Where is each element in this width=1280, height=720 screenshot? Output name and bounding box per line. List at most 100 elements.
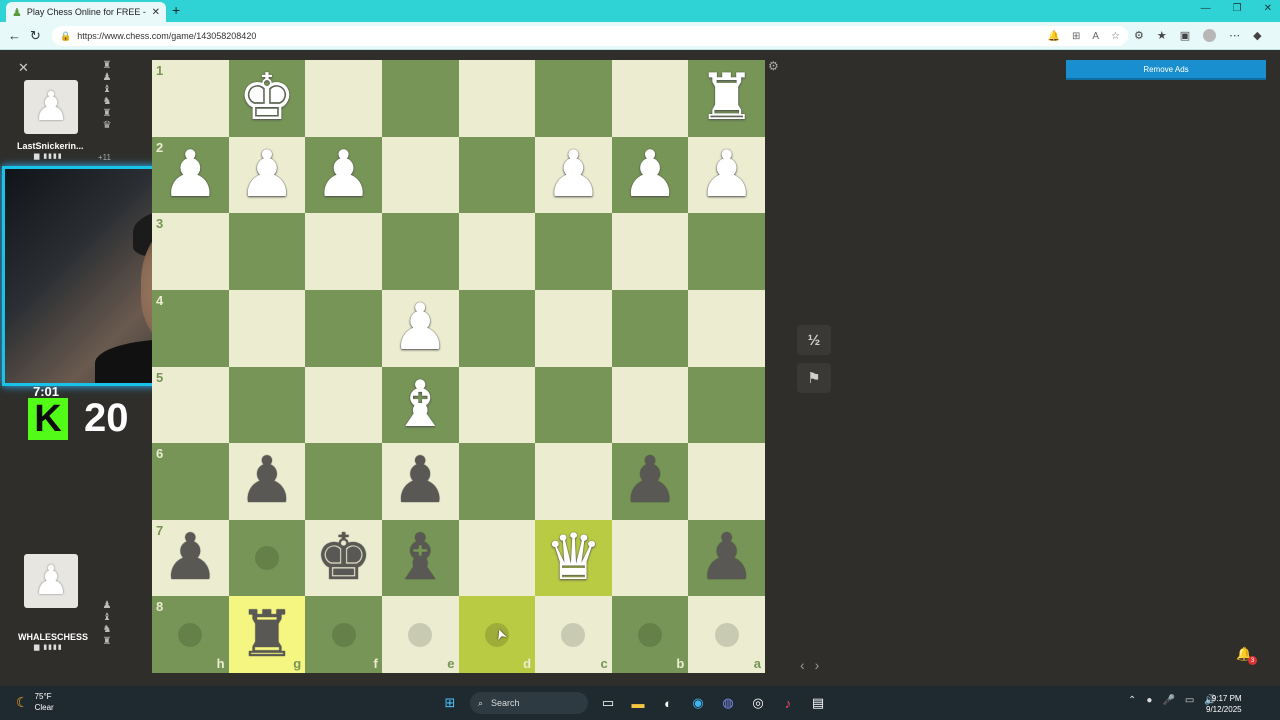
board-square-d5[interactable] (458, 366, 536, 444)
minimize-button[interactable]: — (1201, 3, 1211, 14)
bottom-player-name[interactable]: WHALESCHESS (18, 632, 138, 642)
legal-move-dot[interactable] (638, 622, 663, 647)
board-square-a5[interactable] (688, 366, 765, 444)
offer-draw-button[interactable]: ½ (797, 325, 831, 355)
remove-ads-button[interactable]: Remove Ads (1066, 60, 1266, 80)
white-queen-piece[interactable]: ♛ (545, 526, 602, 590)
taskbar-clock[interactable]: 9:17 PM 9/12/2025 (1206, 693, 1242, 715)
board-square-b4[interactable] (611, 289, 689, 367)
tab-close-icon[interactable]: ✕ (152, 7, 160, 18)
white-pawn-piece[interactable]: ♟ (698, 143, 755, 207)
board-square-a4[interactable] (688, 289, 765, 367)
legal-move-dot[interactable] (331, 622, 356, 647)
board-square-e8[interactable]: e (381, 596, 459, 673)
board-square-e5[interactable]: ♝ (381, 366, 459, 444)
bell-icon[interactable]: 🔔 (1048, 31, 1060, 42)
board-square-c2[interactable]: ♟ (535, 136, 612, 214)
tray-chevron-icon[interactable]: ⌃ (1128, 695, 1136, 706)
board-square-g8[interactable]: g ♜ (228, 596, 306, 673)
weather-widget[interactable]: ☾ 75°F Clear (16, 691, 54, 713)
steam-icon[interactable]: ◐ (658, 693, 678, 713)
legal-move-dot[interactable] (178, 622, 203, 647)
white-rook-piece[interactable]: ♜ (698, 66, 755, 130)
board-square-h5[interactable]: 5 (152, 366, 229, 444)
browser-tab[interactable]: ♟ Play Chess Online for FREE - 2 Pla ✕ (6, 2, 166, 22)
black-pawn-piece[interactable]: ♟ (392, 449, 449, 513)
white-pawn-piece[interactable]: ♟ (545, 143, 602, 207)
legal-move-dot[interactable] (408, 622, 433, 647)
music-icon[interactable]: ♪ (778, 693, 798, 713)
board-square-h7[interactable]: 7 ♟ (152, 519, 229, 597)
legal-move-dot[interactable] (254, 546, 279, 571)
refresh-icon[interactable]: ↻ (30, 28, 41, 44)
next-move-icon[interactable]: › (815, 657, 820, 673)
board-square-h6[interactable]: 6 (152, 443, 229, 520)
board-square-c8[interactable]: c (535, 596, 612, 673)
board-square-e3[interactable] (381, 213, 459, 290)
legal-move-dot[interactable] (561, 622, 586, 647)
board-square-g3[interactable] (228, 213, 306, 290)
board-square-c5[interactable] (535, 366, 612, 444)
favorites-icon[interactable]: ★ (1157, 29, 1167, 42)
discord-icon[interactable]: ◍ (718, 693, 738, 713)
epic-games-icon[interactable]: ▤ (808, 693, 828, 713)
new-tab-button[interactable]: + (172, 2, 180, 18)
white-pawn-piece[interactable]: ♟ (315, 143, 372, 207)
close-window-button[interactable]: ✕ (1264, 3, 1272, 14)
board-square-a8[interactable]: a (688, 596, 765, 673)
board-square-b7[interactable] (611, 519, 689, 597)
previous-move-icon[interactable]: ‹ (800, 657, 805, 673)
black-rook-piece[interactable]: ♜ (238, 603, 295, 667)
board-square-e2[interactable] (381, 136, 459, 214)
board-square-h1[interactable]: 1 (152, 60, 229, 137)
extensions-icon[interactable]: ⚙ (1134, 29, 1144, 42)
board-square-a3[interactable] (688, 213, 765, 290)
white-king-piece[interactable]: ♚ (238, 66, 295, 130)
board-square-b6[interactable]: ♟ (611, 443, 689, 520)
board-square-e4[interactable]: ♟ (381, 289, 459, 367)
edge-icon[interactable]: ◉ (688, 693, 708, 713)
board-square-h3[interactable]: 3 (152, 213, 229, 290)
resign-flag-icon[interactable]: ⚑ (797, 363, 831, 393)
board-square-d4[interactable] (458, 289, 536, 367)
board-settings-gear-icon[interactable]: ⚙ (768, 59, 779, 73)
top-player-avatar[interactable]: ♟ (24, 80, 78, 134)
board-square-h8[interactable]: 8h (152, 596, 229, 673)
maximize-button[interactable]: ❐ (1233, 3, 1242, 14)
board-square-c7[interactable]: ♛ (535, 519, 612, 597)
board-square-d2[interactable] (458, 136, 536, 214)
white-pawn-piece[interactable]: ♟ (392, 296, 449, 360)
display-icon[interactable]: ▭ (1185, 695, 1194, 706)
board-square-g5[interactable] (228, 366, 306, 444)
board-square-d1[interactable] (458, 60, 536, 137)
board-square-a1[interactable]: ♜ (688, 60, 765, 137)
file-explorer-icon[interactable]: ▬ (628, 693, 648, 713)
legal-move-dot[interactable] (714, 622, 739, 647)
black-bishop-piece[interactable]: ♝ (392, 526, 449, 590)
board-square-h2[interactable]: 2 ♟ (152, 136, 229, 214)
close-panel-icon[interactable]: ✕ (18, 60, 29, 76)
board-square-f2[interactable]: ♟ (305, 136, 382, 214)
tray-app-icon[interactable]: ● (1146, 695, 1152, 706)
board-square-g7[interactable] (228, 519, 306, 597)
apps-icon[interactable]: ⊞ (1072, 31, 1080, 42)
board-square-a7[interactable]: ♟ (688, 519, 765, 597)
board-square-f4[interactable] (305, 289, 382, 367)
board-square-e6[interactable]: ♟ (381, 443, 459, 520)
microphone-icon[interactable]: 🎤 (1162, 695, 1174, 706)
board-square-e7[interactable]: ♝ (381, 519, 459, 597)
board-square-g4[interactable] (228, 289, 306, 367)
board-square-c6[interactable] (535, 443, 612, 520)
collections-icon[interactable]: ▣ (1180, 29, 1190, 42)
top-player-name[interactable]: LastSnickerin... (17, 141, 137, 151)
bottom-player-avatar[interactable]: ♟ (24, 554, 78, 608)
taskbar-search[interactable]: ⌕ Search (470, 692, 588, 714)
board-square-f8[interactable]: f (305, 596, 382, 673)
black-king-piece[interactable]: ♚ (315, 526, 372, 590)
task-view-icon[interactable]: ▭ (598, 693, 618, 713)
board-square-d8[interactable]: d ➤ (458, 596, 536, 673)
board-square-c4[interactable] (535, 289, 612, 367)
more-menu-icon[interactable]: ⋯ (1229, 29, 1240, 42)
board-square-g2[interactable]: ♟ (228, 136, 306, 214)
windows-start-icon[interactable]: ⊞ (440, 693, 460, 713)
